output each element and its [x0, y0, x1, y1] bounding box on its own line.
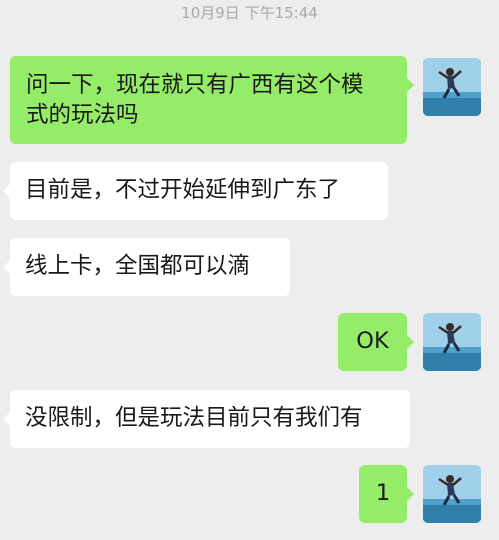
jumping-person-avatar-icon: [423, 465, 481, 523]
avatar[interactable]: [423, 58, 481, 116]
message-text-line: 问一下，现在就只有广西有这个模: [26, 72, 364, 98]
chat-message-outgoing: 问一下，现在就只有广西有这个模 式的玩法吗: [0, 56, 499, 148]
message-text: 1: [375, 480, 391, 506]
avatar[interactable]: [423, 313, 481, 371]
chat-timestamp: 10月9日 下午15:44: [181, 4, 318, 22]
avatar[interactable]: [423, 465, 481, 523]
message-bubble[interactable]: 问一下，现在就只有广西有这个模 式的玩法吗: [10, 56, 414, 144]
jumping-person-avatar-icon: [423, 58, 481, 116]
chat-message-incoming: 目前是，不过开始延伸到广东了: [0, 162, 499, 220]
message-bubble[interactable]: 目前是，不过开始延伸到广东了: [3, 162, 388, 220]
chat-message-outgoing: OK: [0, 313, 499, 373]
bubble-tail: [3, 260, 10, 274]
chat-message-outgoing: 1: [0, 465, 499, 525]
bubble-tail: [3, 412, 10, 426]
chat-message-incoming: 没限制，但是玩法目前只有我们有: [0, 390, 499, 448]
message-text: 没限制，但是玩法目前只有我们有: [25, 405, 363, 431]
bubble-tail: [3, 184, 10, 198]
message-text-line: 式的玩法吗: [26, 102, 139, 128]
bubble-tail: [407, 487, 414, 501]
message-bubble[interactable]: 没限制，但是玩法目前只有我们有: [3, 390, 410, 448]
message-bubble[interactable]: OK: [338, 313, 414, 371]
message-bubble[interactable]: 线上卡，全国都可以滴: [3, 238, 290, 296]
message-text: OK: [356, 328, 389, 354]
message-text: 目前是，不过开始延伸到广东了: [25, 177, 341, 203]
message-text: 线上卡，全国都可以滴: [25, 253, 251, 279]
bubble-tail: [407, 78, 414, 92]
jumping-person-avatar-icon: [423, 313, 481, 371]
message-bubble[interactable]: 1: [359, 465, 414, 523]
bubble-tail: [407, 335, 414, 349]
chat-message-incoming: 线上卡，全国都可以滴: [0, 238, 499, 296]
